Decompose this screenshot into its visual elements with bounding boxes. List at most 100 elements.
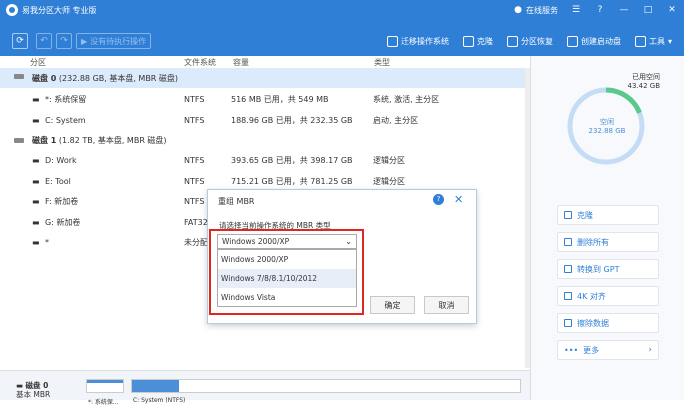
cancel-button[interactable]: 取消 (424, 296, 469, 314)
partition-block-system[interactable] (131, 379, 521, 393)
menu-icon[interactable]: ☰ (570, 5, 582, 15)
partition-type: 系统, 激活, 主分区 (373, 94, 440, 104)
trash-icon (564, 238, 572, 246)
partition-name: C: System (45, 115, 86, 125)
header-filesystem[interactable]: 文件系统 (184, 57, 216, 68)
row-expander-icon: ▬ (32, 94, 40, 104)
partition-type: 启动, 主分区 (373, 115, 419, 125)
header-partition[interactable]: 分区 (30, 57, 46, 68)
pending-operations-button[interactable]: ▶ 没有待执行操作 (76, 33, 152, 49)
titlebar-controls: ● 在线服务 ☰ ? — □ ✕ (512, 5, 678, 16)
disk-icon (14, 74, 24, 79)
partition-fs: NTFS (184, 115, 205, 125)
redo-button[interactable]: ↷ (56, 33, 72, 49)
disk-row[interactable]: 磁盘 1 (1.82 TB, 基本盘, MBR 磁盘) (0, 130, 530, 150)
header-capacity[interactable]: 容量 (233, 57, 249, 68)
disk-icon (14, 138, 24, 143)
chevron-down-icon: ▾ (667, 36, 672, 46)
help-icon[interactable]: ? (433, 194, 444, 205)
disk-name: 磁盘 0 (232.88 GB, 基本盘, MBR 磁盘) (32, 73, 179, 83)
maximize-icon[interactable]: □ (642, 5, 654, 15)
partition-fs: NTFS (184, 94, 205, 104)
partition-name: *: 系统保留 (45, 94, 87, 104)
disk-map-type: 基本 MBR (16, 390, 51, 399)
highlight-box (209, 229, 364, 315)
used-space-label: 已用空间 (632, 73, 660, 81)
disk-map-name: 磁盘 0 (25, 381, 49, 390)
partition-block-system-label: C: System (NTFS) (133, 397, 186, 404)
online-service-label: 在线服务 (526, 5, 558, 15)
table-row[interactable]: ▬ *: 系统保留 NTFS 516 MB 已用，共 549 MB 系统, 激活… (0, 89, 530, 109)
migrate-os-label: 迁移操作系统 (400, 36, 449, 46)
toolbar-tools: 迁移操作系统 克隆 分区恢复 创建启动盘 工具 ▾ (386, 35, 672, 47)
action-label: 删除所有 (577, 237, 609, 247)
partition-block-reserved-label: *: 系统保... (88, 399, 119, 406)
pending-operations-label: 没有待执行操作 (90, 36, 147, 46)
convert-to-gpt-button[interactable]: 转换到 GPT (557, 259, 659, 279)
wipe-data-button[interactable]: 擦除数据 (557, 313, 659, 333)
tools-menu[interactable]: 工具 ▾ (634, 35, 672, 47)
header-type[interactable]: 类型 (374, 57, 390, 68)
clone-button[interactable]: 克隆 (557, 205, 659, 225)
partition-fs: 未分配 (184, 237, 208, 247)
create-boot-disk-tool[interactable]: 创建启动盘 (566, 35, 621, 47)
ok-button[interactable]: 确定 (370, 296, 415, 314)
align-4k-button[interactable]: 4K 对齐 (557, 286, 659, 306)
partition-fs: NTFS (184, 176, 205, 186)
partition-fs: NTFS (184, 196, 205, 206)
undo-icon: ↶ (40, 36, 48, 46)
partition-name: F: 新加卷 (45, 196, 79, 206)
minimize-icon[interactable]: — (618, 5, 630, 15)
help-icon[interactable]: ? (594, 5, 606, 15)
row-expander-icon: ▬ (32, 115, 40, 125)
undo-button[interactable]: ↶ (36, 33, 52, 49)
migrate-os-tool[interactable]: 迁移操作系统 (386, 35, 449, 47)
partition-type: 逻辑分区 (373, 176, 405, 186)
bell-icon: ● (514, 5, 522, 15)
table-row[interactable]: ▬ E: Tool NTFS 715.21 GB 已用，共 781.25 GB … (0, 171, 530, 191)
play-icon: ▶ (81, 36, 88, 46)
action-label: 更多 (583, 345, 600, 355)
app-logo-icon (6, 4, 18, 16)
refresh-button[interactable]: ⟳ (12, 33, 28, 49)
partition-fs: FAT32 (184, 217, 208, 227)
more-icon: ••• (564, 345, 579, 355)
more-button[interactable]: ••• 更多 › (557, 340, 659, 360)
action-label: 4K 对齐 (577, 291, 606, 301)
disk-map-icon: ▬ (16, 381, 24, 390)
boot-disk-icon (566, 35, 578, 47)
free-space-value: 232.88 GB (588, 127, 626, 135)
eraser-icon (564, 319, 572, 327)
table-row[interactable]: ▬ C: System NTFS 188.96 GB 已用，共 232.35 G… (0, 110, 530, 130)
create-boot-disk-label: 创建启动盘 (580, 36, 621, 46)
delete-all-button[interactable]: 删除所有 (557, 232, 659, 252)
clone-tool[interactable]: 克隆 (462, 35, 493, 47)
row-expander-icon: ▬ (32, 217, 40, 227)
row-expander-icon: ▬ (32, 176, 40, 186)
action-label: 擦除数据 (577, 318, 609, 328)
dialog-title: 重组 MBR (218, 197, 255, 206)
online-service-link[interactable]: ● 在线服务 (512, 5, 558, 16)
align-icon (564, 292, 572, 300)
row-expander-icon: ▬ (32, 237, 40, 247)
disk-row[interactable]: 磁盘 0 (232.88 GB, 基本盘, MBR 磁盘) (0, 68, 530, 88)
row-expander-icon: ▬ (32, 155, 40, 165)
partition-name: * (45, 237, 49, 247)
partition-recovery-label: 分区恢复 (520, 36, 553, 46)
partition-recovery-tool[interactable]: 分区恢复 (506, 35, 553, 47)
table-row[interactable]: ▬ D: Work NTFS 393.65 GB 已用，共 398.17 GB … (0, 150, 530, 170)
partition-block-reserved[interactable] (86, 379, 124, 393)
convert-icon (564, 265, 572, 273)
close-icon[interactable]: ✕ (454, 193, 463, 206)
disk-map-label: ▬ 磁盘 0 基本 MBR (16, 381, 50, 399)
close-icon[interactable]: ✕ (666, 5, 678, 15)
disk-map: ▬ 磁盘 0 基本 MBR *: 系统保... C: System (NTFS) (0, 370, 530, 406)
refresh-icon: ⟳ (16, 36, 24, 46)
window-title: 易我分区大师 专业版 (22, 5, 97, 15)
partition-capacity: 516 MB 已用，共 549 MB (231, 94, 329, 104)
partition-type: 逻辑分区 (373, 155, 405, 165)
partition-capacity: 393.65 GB 已用，共 398.17 GB (231, 155, 353, 165)
partition-name: G: 新加卷 (45, 217, 81, 227)
chevron-right-icon: › (648, 345, 652, 355)
action-label: 转换到 GPT (577, 264, 620, 274)
